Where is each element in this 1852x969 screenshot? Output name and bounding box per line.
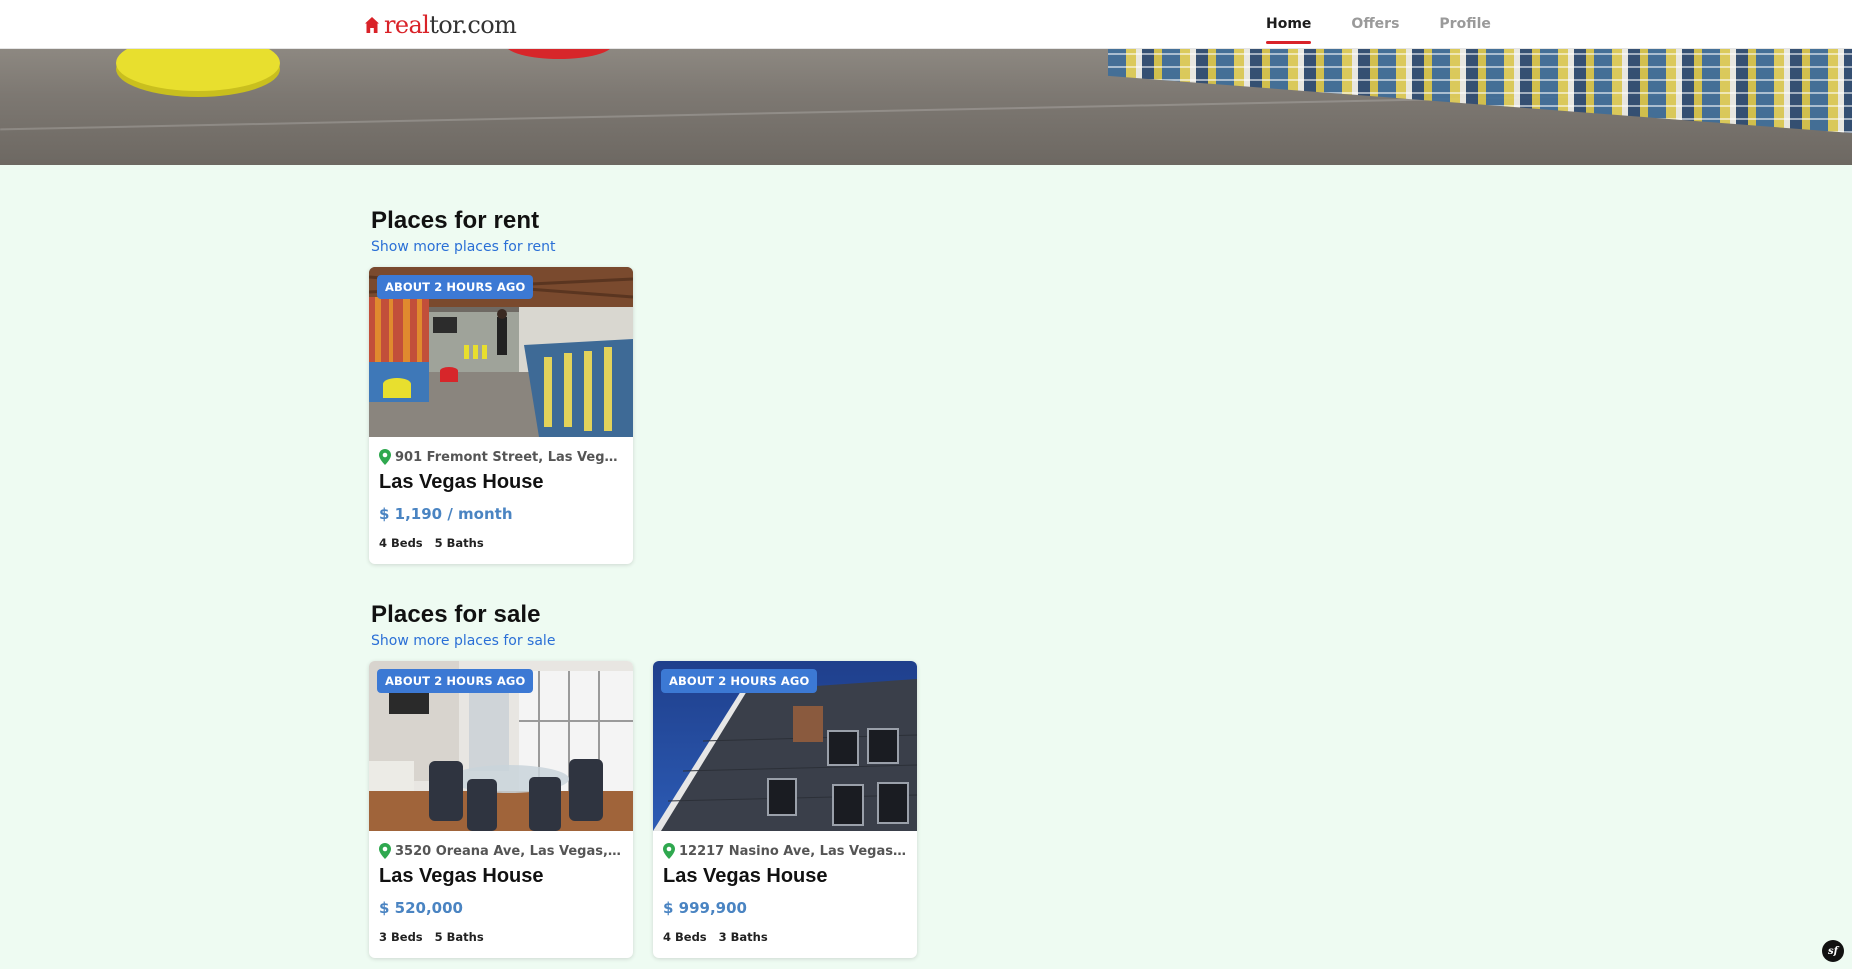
listing-price: $ 520,000	[379, 899, 463, 917]
show-more-sale-link[interactable]: Show more places for sale	[371, 633, 555, 649]
main-nav: Home Offers Profile	[1266, 0, 1491, 49]
listing-specs: 3 Beds 5 Baths	[379, 930, 484, 944]
address-text: 3520 Oreana Ave, Las Vegas, N...	[395, 843, 623, 859]
baths-count: 5 Baths	[434, 930, 484, 944]
listing-card[interactable]: ABOUT 2 HOURS AGO 12217 Nasino Ave, Las …	[653, 661, 917, 958]
listing-price: $ 1,190 / month	[379, 505, 513, 523]
house-icon	[365, 17, 379, 33]
listing-title: Las Vegas House	[663, 865, 828, 887]
location-pin-icon	[663, 843, 675, 859]
listing-price: $ 999,900	[663, 899, 747, 917]
listing-specs: 4 Beds 5 Baths	[379, 536, 484, 550]
listing-card[interactable]: ABOUT 2 HOURS AGO 3520 Oreana Ave, Las V…	[369, 661, 633, 958]
top-navbar: real tor.com Home Offers Profile	[0, 0, 1852, 49]
sale-section-title: Places for sale	[371, 601, 541, 628]
listing-address: 3520 Oreana Ave, Las Vegas, N...	[379, 843, 623, 859]
location-pin-icon	[379, 843, 391, 859]
baths-count: 3 Baths	[718, 930, 768, 944]
realtor-logo[interactable]: real tor.com	[364, 11, 517, 39]
nav-offers[interactable]: Offers	[1351, 16, 1399, 44]
listing-title: Las Vegas House	[379, 865, 544, 887]
listing-title: Las Vegas House	[379, 471, 544, 493]
show-more-rent-link[interactable]: Show more places for rent	[371, 239, 555, 255]
address-text: 901 Fremont Street, Las Vegas, ...	[395, 449, 623, 465]
beds-count: 4 Beds	[663, 930, 707, 944]
beds-count: 4 Beds	[379, 536, 423, 550]
location-pin-icon	[379, 449, 391, 465]
nav-profile[interactable]: Profile	[1439, 16, 1490, 44]
time-badge: ABOUT 2 HOURS AGO	[377, 669, 534, 693]
nav-home[interactable]: Home	[1266, 16, 1312, 44]
time-badge: ABOUT 2 HOURS AGO	[661, 669, 818, 693]
logo-text-dark: tor.com	[429, 11, 517, 39]
time-badge: ABOUT 2 HOURS AGO	[377, 275, 534, 299]
logo-text-red: real	[384, 11, 430, 39]
baths-count: 5 Baths	[434, 536, 484, 550]
rent-section-title: Places for rent	[371, 207, 540, 234]
symfony-toolbar-icon[interactable]: sf	[1822, 940, 1844, 962]
address-text: 12217 Nasino Ave, Las Vegas, N...	[679, 843, 907, 859]
listing-card[interactable]: ABOUT 2 HOURS AGO 901 Fremont Street, La…	[369, 267, 633, 564]
listing-address: 901 Fremont Street, Las Vegas, ...	[379, 449, 623, 465]
hero-banner-image	[0, 49, 1852, 165]
listing-specs: 4 Beds 3 Baths	[663, 930, 768, 944]
beds-count: 3 Beds	[379, 930, 423, 944]
listing-address: 12217 Nasino Ave, Las Vegas, N...	[663, 843, 907, 859]
